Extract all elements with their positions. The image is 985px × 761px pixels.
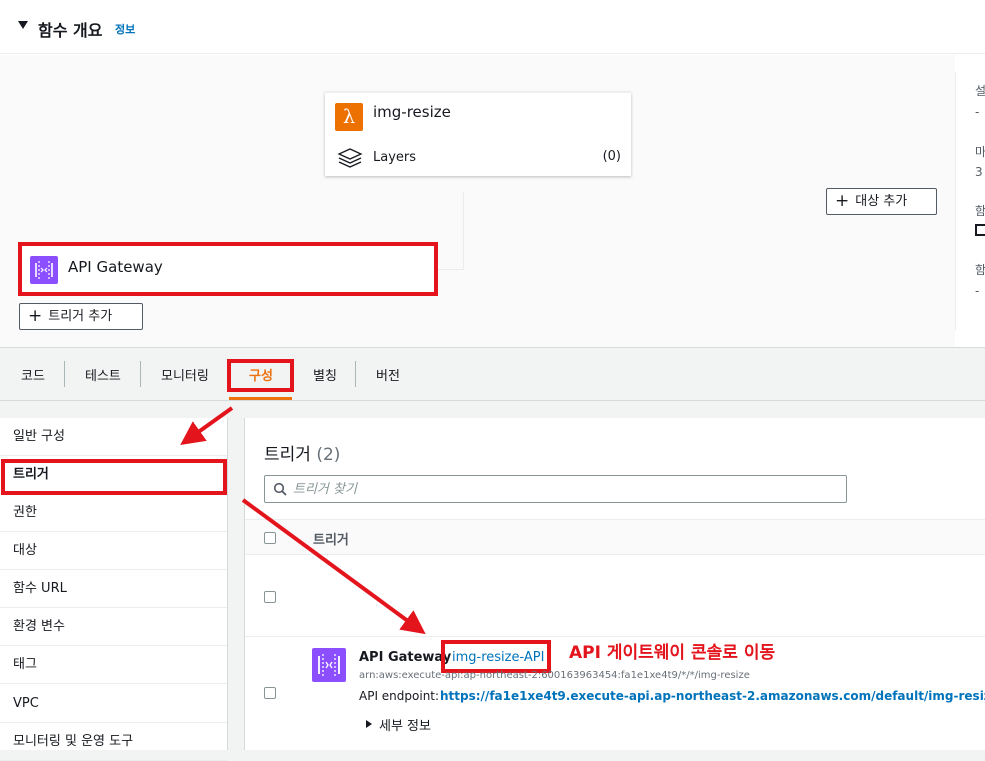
trigger-node-api-gateway[interactable]: API Gateway	[18, 242, 438, 296]
endpoint-label: API endpoint:	[359, 689, 440, 703]
layers-count: (0)	[602, 149, 621, 164]
tab-aliases[interactable]: 별칭	[313, 365, 337, 384]
plus-icon: +	[835, 191, 850, 211]
overview-header[interactable]: 함수 개요 정보	[0, 0, 985, 54]
search-input[interactable]	[293, 480, 833, 498]
overview-title: 함수 개요	[38, 21, 103, 40]
tab-versions[interactable]: 버전	[376, 365, 400, 384]
active-tab-indicator	[229, 397, 292, 400]
details-fragment: -	[975, 284, 980, 298]
nav-tags[interactable]: 태그	[0, 646, 227, 684]
endpoint-url-link[interactable]: https://fa1e1xe4t9.execute-api.ap-northe…	[440, 689, 985, 703]
tab-divider	[64, 361, 65, 387]
tab-configuration[interactable]: 구성	[249, 365, 273, 384]
add-trigger-label: 트리거 추가	[48, 309, 113, 324]
details-fragment: 3	[975, 165, 983, 179]
add-trigger-button[interactable]: + 트리거 추가	[19, 303, 143, 330]
annotation-label: API 게이트웨이 콘솔로 이동	[569, 643, 776, 663]
api-gateway-icon	[30, 256, 58, 284]
api-gateway-icon	[312, 648, 346, 682]
details-fragment: 함	[975, 263, 985, 277]
triggers-title: 트리거 (2)	[264, 440, 340, 465]
info-link[interactable]: 정보	[115, 21, 135, 37]
tab-divider	[355, 361, 356, 387]
details-fragment: 함	[975, 204, 985, 218]
triggers-count: (2)	[316, 445, 341, 465]
table-header: 트리거	[245, 519, 985, 555]
row-checkbox[interactable]	[264, 591, 276, 603]
nav-function-url[interactable]: 함수 URL	[0, 570, 227, 608]
highlight-box	[1, 459, 227, 495]
tab-bar: 코드 테스트 모니터링 구성 별칭 버전	[0, 349, 985, 401]
nav-destinations[interactable]: 대상	[0, 532, 227, 570]
nav-permissions[interactable]: 권한	[0, 494, 227, 532]
column-header-trigger: 트리거	[313, 533, 349, 548]
details-fragment: 마	[975, 145, 985, 159]
lambda-icon: λ	[335, 103, 363, 131]
trigger-search[interactable]	[264, 475, 847, 503]
details-toggle[interactable]: 세부 정보	[379, 715, 431, 734]
layers-icon	[337, 148, 363, 168]
row-checkbox[interactable]	[264, 687, 276, 699]
add-destination-label: 대상 추가	[855, 194, 908, 209]
function-name: img-resize	[373, 103, 451, 121]
function-node[interactable]: λ img-resize Layers (0)	[325, 92, 631, 176]
expand-caret-icon[interactable]	[366, 720, 372, 728]
plus-icon: +	[28, 306, 43, 326]
trigger-type: API Gateway	[359, 650, 452, 665]
tab-code[interactable]: 코드	[21, 365, 45, 384]
details-fragment: -	[975, 105, 980, 119]
tab-monitoring[interactable]: 모니터링	[161, 365, 209, 384]
nav-vpc[interactable]: VPC	[0, 685, 227, 723]
add-destination-button[interactable]: + 대상 추가	[826, 188, 937, 215]
nav-monitoring-tools[interactable]: 모니터링 및 운영 도구	[0, 723, 227, 761]
collapse-caret-icon[interactable]	[18, 21, 28, 29]
nav-env-vars[interactable]: 환경 변수	[0, 608, 227, 646]
trigger-arn: arn:aws:execute-api:ap-northeast-2:60016…	[359, 670, 750, 681]
trigger-node-label: API Gateway	[68, 258, 163, 276]
search-icon	[273, 482, 287, 496]
tab-test[interactable]: 테스트	[85, 365, 121, 384]
table-row	[245, 555, 985, 637]
copy-icon[interactable]	[975, 224, 985, 236]
layers-label[interactable]: Layers	[373, 150, 416, 165]
nav-general-config[interactable]: 일반 구성	[0, 418, 227, 456]
tab-divider	[140, 361, 141, 387]
api-gateway-link[interactable]: img-resize-API	[452, 650, 544, 665]
details-divider	[955, 72, 956, 330]
function-overview-panel: 함수 개요 정보 λ img-resize Layers (0) API Gat…	[0, 0, 985, 348]
triggers-panel: 트리거 (2) 트리거 API Gateway img-resize-API a…	[244, 418, 985, 750]
details-fragment: 설	[975, 84, 985, 98]
select-all-checkbox[interactable]	[264, 532, 276, 544]
triggers-title-text: 트리거	[264, 445, 311, 465]
